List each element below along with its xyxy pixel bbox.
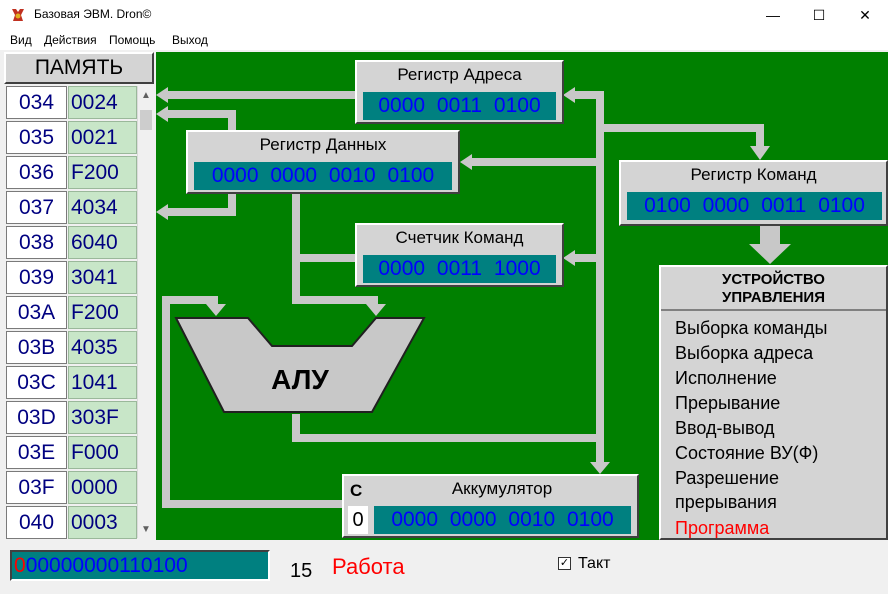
binary-first-bit: 0: [14, 553, 26, 577]
close-icon: ✕: [859, 6, 871, 23]
memory-row[interactable]: 03C 1041: [4, 366, 137, 400]
scroll-up-icon[interactable]: ▲: [138, 86, 154, 104]
memory-address: 03C: [6, 366, 67, 399]
memory-address: 037: [6, 191, 67, 224]
memory-header-button[interactable]: ПАМЯТЬ: [4, 52, 154, 84]
cu-item-fetch-command: Выборка команды: [675, 318, 828, 338]
memory-row[interactable]: 03B 4035: [4, 331, 137, 365]
memory-value: 4034: [68, 191, 137, 224]
binary-display: 0 00000000110100: [10, 550, 270, 581]
alu-label: АЛУ: [271, 364, 329, 395]
memory-row[interactable]: 040 0003: [4, 506, 137, 540]
scroll-thumb[interactable]: [140, 110, 152, 130]
memory-row[interactable]: 038 6040: [4, 226, 137, 260]
binary-remaining-bits: 00000000110100: [25, 553, 188, 577]
memory-row[interactable]: 037 4034: [4, 191, 137, 225]
memory-value: 1041: [68, 366, 137, 399]
title-bar: Базовая ЭВМ. Dron© — ☐ ✕: [0, 0, 888, 30]
menu-view[interactable]: Вид: [10, 33, 32, 47]
cu-item-program: Программа: [675, 518, 770, 538]
memory-value: 4035: [68, 331, 137, 364]
cu-item-io: Ввод-вывод: [675, 418, 775, 438]
memory-value: 6040: [68, 226, 137, 259]
cu-item-execute: Исполнение: [675, 368, 777, 388]
step-counter: 15: [290, 560, 313, 582]
address-register-title: Регистр Адреса: [397, 65, 522, 84]
memory-address: 035: [6, 121, 67, 154]
memory-row[interactable]: 036 F200: [4, 156, 137, 190]
memory-value: 0021: [68, 121, 137, 154]
menu-help[interactable]: Помощь: [109, 33, 155, 47]
takt-checkbox[interactable]: ✓: [558, 557, 571, 570]
memory-address: 03E: [6, 436, 67, 469]
program-counter-title: Счетчик Команд: [395, 228, 524, 247]
app-icon: [12, 9, 24, 21]
memory-row[interactable]: 034 0024: [4, 86, 137, 120]
memory-value: F200: [68, 296, 137, 329]
cu-item-fetch-address: Выборка адреса: [675, 343, 814, 363]
minimize-button[interactable]: —: [750, 0, 796, 30]
memory-value: 3041: [68, 261, 137, 294]
memory-row[interactable]: 03E F000: [4, 436, 137, 470]
carry-flag-label: C: [350, 481, 363, 500]
cu-item-interrupt: Прерывание: [675, 393, 781, 413]
maximize-icon: ☐: [812, 6, 826, 23]
carry-flag-value: 0: [348, 506, 368, 534]
command-register: Регистр Команд 0100 0000 0011 0100: [619, 160, 888, 226]
memory-address: 036: [6, 156, 67, 189]
address-register-value: 0000 0011 0100: [363, 92, 556, 120]
menu-exit[interactable]: Выход: [172, 33, 208, 47]
memory-address: 038: [6, 226, 67, 259]
cu-item-interrupt-enable-cont: прерывания: [675, 492, 777, 512]
memory-address: 040: [6, 506, 67, 539]
control-unit-title-line1: УСТРОЙСТВО: [722, 271, 825, 288]
program-counter: Счетчик Команд 0000 0011 1000: [355, 223, 564, 287]
memory-row[interactable]: 03A F200: [4, 296, 137, 330]
data-register-value: 0000 0000 0010 0100: [194, 162, 452, 190]
address-register: Регистр Адреса 0000 0011 0100: [355, 60, 564, 124]
memory-address: 03D: [6, 401, 67, 434]
app-window: Базовая ЭВМ. Dron© — ☐ ✕ Вид Действия По…: [0, 0, 888, 594]
accumulator: C Аккумулятор 0 0000 0000 0010 0100: [342, 474, 639, 538]
command-register-title: Регистр Команд: [690, 165, 817, 184]
command-register-value: 0100 0000 0011 0100: [627, 192, 882, 220]
control-unit: УСТРОЙСТВО УПРАВЛЕНИЯ Выборка команды Вы…: [659, 265, 888, 540]
memory-value: F200: [68, 156, 137, 189]
memory-value: 0003: [68, 506, 137, 539]
memory-row[interactable]: 035 0021: [4, 121, 137, 155]
close-button[interactable]: ✕: [842, 0, 888, 30]
cu-item-interrupt-enable: Разрешение: [675, 468, 779, 488]
memory-scrollbar[interactable]: ▲ ▼: [137, 86, 154, 538]
program-counter-value: 0000 0011 1000: [363, 255, 556, 283]
accumulator-value: 0000 0000 0010 0100: [374, 506, 631, 534]
memory-address: 03F: [6, 471, 67, 504]
data-register: Регистр Данных 0000 0000 0010 0100: [186, 130, 460, 194]
memory-row[interactable]: 039 3041: [4, 261, 137, 295]
memory-value: 0024: [68, 86, 137, 119]
minimize-icon: —: [766, 7, 780, 23]
memory-address: 034: [6, 86, 67, 119]
cu-item-device-state: Состояние ВУ(Ф): [675, 443, 819, 463]
memory-row[interactable]: 03D 303F: [4, 401, 137, 435]
accumulator-title: Аккумулятор: [451, 479, 553, 498]
memory-value: 0000: [68, 471, 137, 504]
menu-bar: Вид Действия Помощь Выход: [0, 30, 888, 50]
takt-label[interactable]: Такт: [578, 555, 610, 573]
control-unit-title-line2: УПРАВЛЕНИЯ: [721, 289, 825, 306]
menu-actions[interactable]: Действия: [44, 33, 97, 47]
memory-value: F000: [68, 436, 137, 469]
control-unit-title: УСТРОЙСТВО УПРАВЛЕНИЯ: [661, 267, 886, 311]
maximize-button[interactable]: ☐: [796, 0, 842, 30]
run-status: Работа: [332, 554, 405, 579]
memory-value: 303F: [68, 401, 137, 434]
memory-list[interactable]: 034 0024 035 0021 036 F200 037 4034 038 6040 …: [4, 86, 137, 540]
scroll-down-icon[interactable]: ▼: [138, 520, 154, 538]
window-title: Базовая ЭВМ. Dron©: [34, 7, 152, 21]
data-register-title: Регистр Данных: [259, 135, 387, 154]
memory-address: 03B: [6, 331, 67, 364]
memory-address: 03A: [6, 296, 67, 329]
memory-row[interactable]: 03F 0000: [4, 471, 137, 505]
memory-address: 039: [6, 261, 67, 294]
